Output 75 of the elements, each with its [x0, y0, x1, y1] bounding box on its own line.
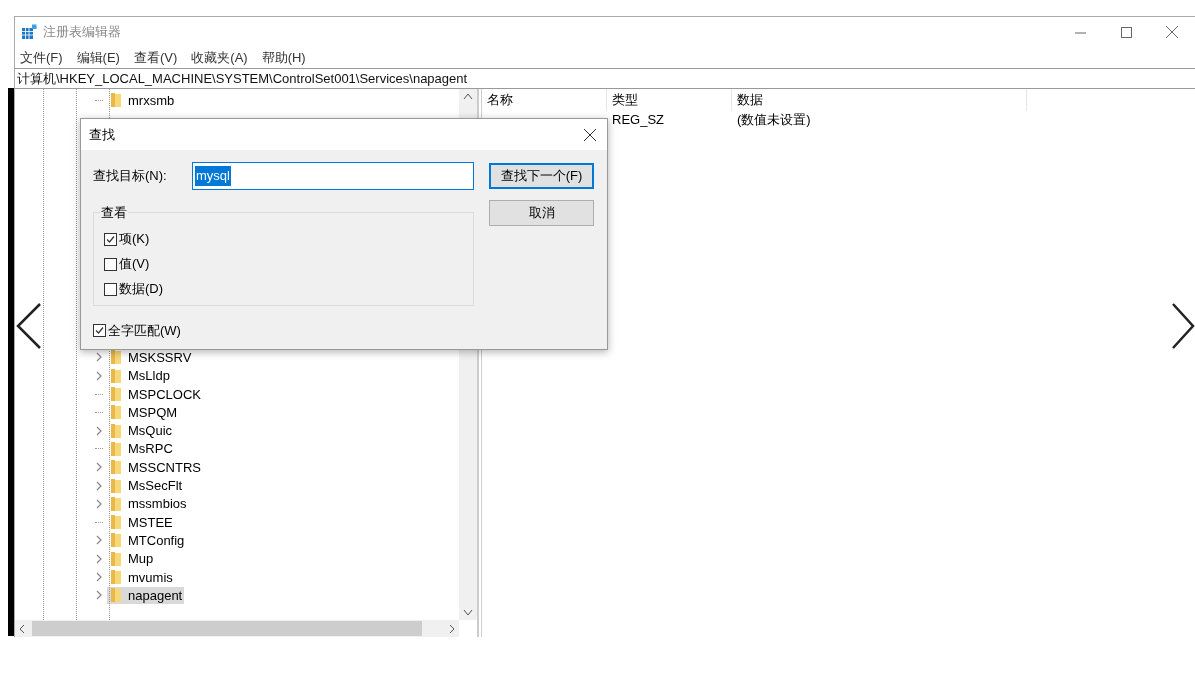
- table-cell-text: REG_SZ: [611, 111, 665, 130]
- checkbox[interactable]: [104, 282, 117, 296]
- column-header[interactable]: 数据: [732, 89, 1027, 111]
- tree-item[interactable]: napagent: [107, 586, 185, 604]
- dialog-title: 查找: [89, 125, 115, 144]
- checkbox-label[interactable]: 全字匹配(W): [108, 321, 181, 341]
- menu-item[interactable]: 帮助(H): [261, 47, 306, 68]
- column-header[interactable]: 名称: [482, 89, 607, 111]
- tree-item[interactable]: MSPQM: [107, 403, 180, 421]
- maximize-icon: [1120, 26, 1132, 38]
- expand-chevron-icon[interactable]: [95, 480, 103, 491]
- close-icon: [1166, 26, 1178, 38]
- expand-chevron-icon[interactable]: [95, 370, 103, 381]
- menu-item[interactable]: 查看(V): [133, 47, 178, 68]
- horizontal-scrollbar[interactable]: [15, 620, 459, 637]
- folder-icon: [109, 459, 123, 476]
- expand-chevron-icon[interactable]: [95, 425, 103, 436]
- checkbox[interactable]: [104, 232, 117, 246]
- scroll-up-icon[interactable]: [463, 92, 473, 100]
- folder-icon: [109, 349, 123, 366]
- scroll-left-icon[interactable]: [18, 623, 26, 634]
- folder-icon: [109, 92, 123, 109]
- folder-icon: [109, 367, 123, 384]
- column-header[interactable]: 类型: [607, 89, 732, 111]
- folder-icon: [109, 422, 123, 439]
- checkbox-label[interactable]: 值(V): [119, 254, 150, 274]
- address-bar[interactable]: 计算机\HKEY_LOCAL_MACHINE\SYSTEM\ControlSet001\Services\napagent: [15, 68, 1195, 89]
- scroll-right-icon[interactable]: [448, 623, 456, 634]
- menu-item[interactable]: 文件(F): [20, 47, 63, 68]
- tree-item[interactable]: MSPCLOCK: [107, 385, 203, 403]
- find-target-input[interactable]: mysql: [192, 162, 474, 190]
- expand-chevron-icon[interactable]: [95, 572, 103, 582]
- window-title: 注册表编辑器: [43, 23, 121, 42]
- checkbox[interactable]: [104, 257, 117, 271]
- tree-item[interactable]: MsSecFlt: [107, 477, 185, 494]
- folder-icon: [109, 550, 123, 567]
- registry-editor-icon: [21, 24, 37, 40]
- tree-item[interactable]: mssmbios: [107, 495, 189, 513]
- expand-chevron-icon[interactable]: [95, 590, 103, 601]
- scrollbar-thumb[interactable]: [32, 621, 422, 636]
- tree-item[interactable]: MsRPC: [107, 440, 175, 458]
- expand-chevron-icon[interactable]: [95, 498, 103, 509]
- folder-icon: [109, 440, 123, 457]
- checkbox-label[interactable]: 项(K): [119, 229, 150, 249]
- tree-item[interactable]: mrxsmb: [107, 91, 177, 109]
- tree-item[interactable]: MSTEE: [107, 513, 175, 531]
- dialog-button[interactable]: 取消: [489, 200, 594, 226]
- folder-icon: [109, 477, 123, 494]
- table-cell-text: (数值未设置): [736, 111, 811, 130]
- tree-item[interactable]: MSSCNTRS: [107, 458, 203, 476]
- folder-icon: [109, 404, 123, 421]
- menu-item[interactable]: 收藏夹(A): [191, 47, 248, 68]
- checkbox-label[interactable]: 数据(D): [119, 279, 164, 299]
- tree-item[interactable]: MTConfig: [107, 531, 187, 549]
- expand-chevron-icon[interactable]: [95, 462, 103, 473]
- scroll-down-icon[interactable]: [463, 609, 473, 617]
- expand-chevron-icon[interactable]: [95, 553, 103, 564]
- folder-icon: [109, 495, 123, 512]
- tree-item[interactable]: MSKSSRV: [107, 348, 194, 366]
- folder-icon: [109, 587, 123, 604]
- folder-icon: [109, 532, 123, 549]
- tree-item[interactable]: Mup: [107, 550, 156, 568]
- menu-item[interactable]: 编辑(E): [76, 47, 120, 68]
- close-icon: [584, 128, 596, 141]
- expand-chevron-icon[interactable]: [95, 535, 103, 546]
- field-label: 查找目标(N):: [93, 167, 168, 186]
- folder-icon: [109, 386, 123, 403]
- dialog-button[interactable]: 查找下一个(F): [489, 163, 594, 189]
- checkbox[interactable]: [93, 324, 106, 338]
- tree-item[interactable]: MsQuic: [107, 422, 175, 440]
- tree-item[interactable]: mvumis: [107, 568, 175, 586]
- tree-item[interactable]: MsLldp: [107, 367, 172, 385]
- expand-chevron-icon[interactable]: [95, 352, 103, 363]
- folder-icon: [109, 514, 123, 531]
- folder-icon: [109, 569, 123, 585]
